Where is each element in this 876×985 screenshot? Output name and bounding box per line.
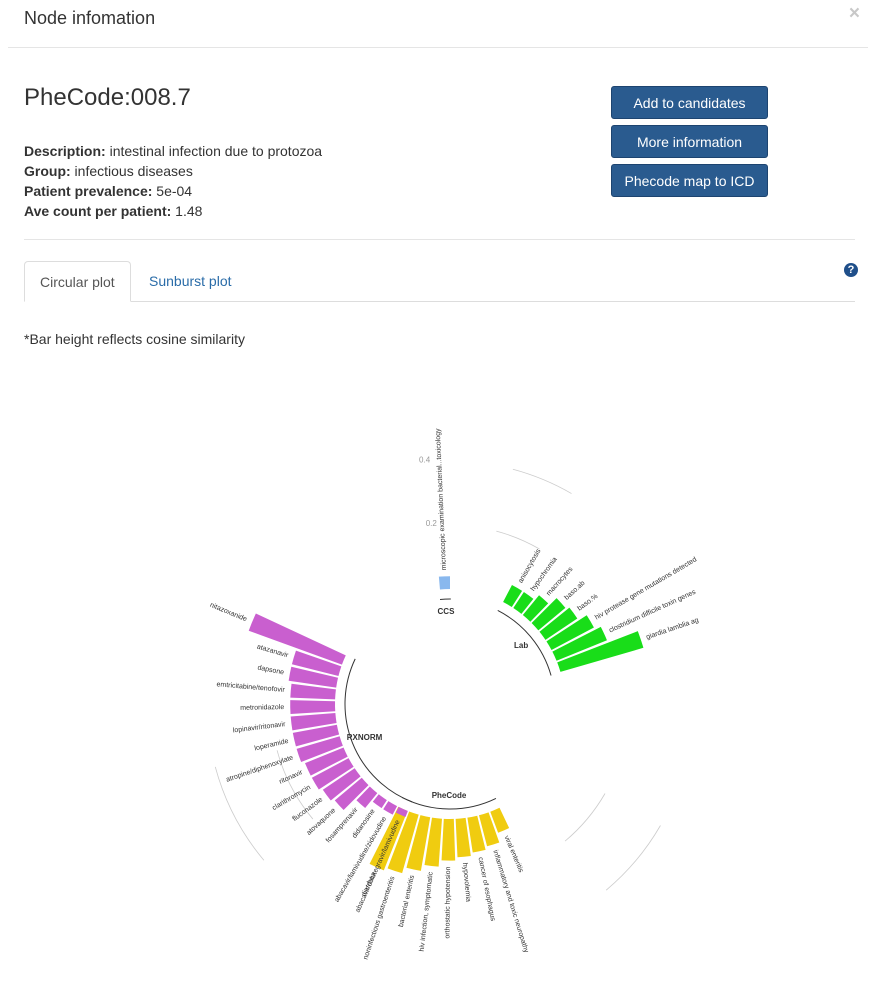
bar-label: dapsone: [257, 665, 285, 677]
bar-label: ritonavir: [278, 769, 304, 786]
description-value: intestinal infection due to protozoa: [109, 143, 323, 159]
bar-label: inflammatory and toxic neuropathy: [491, 849, 529, 954]
bar-label: baso.ab: [563, 580, 586, 602]
bar-label: orthostatic hypotension: [444, 866, 452, 938]
bar-label: lopinavir/ritonavir: [233, 721, 287, 734]
group-label: RXNORM: [347, 733, 383, 742]
bar-label: emtricitabine/tenofovir: [216, 681, 285, 694]
node-title: PheCode:008.7: [24, 84, 191, 111]
bar-label: viral enteritis: [502, 835, 524, 874]
group-label: PheCode: [432, 791, 467, 800]
description-row: Description: intestinal infection due to…: [24, 141, 322, 161]
bar-label: microscopic examination bacterial...toxi…: [435, 428, 448, 571]
circular-bar-chart: 0.2 0.4 microscopic examination bacterial.…: [209, 428, 700, 961]
group-value: infectious diseases: [74, 163, 193, 179]
bar-label: atazanavir: [256, 643, 290, 659]
bar-ccs: [438, 576, 450, 590]
tab-circular-plot[interactable]: Circular plot: [24, 261, 131, 302]
bar-label: cancer of esophagus: [477, 857, 497, 923]
group-label: Group:: [24, 163, 71, 179]
help-icon[interactable]: ?: [844, 263, 858, 277]
bar-label: loperamide: [254, 738, 289, 753]
group-row: Group: infectious diseases: [24, 161, 322, 181]
plot-note: *Bar height reflects cosine similarity: [24, 331, 245, 347]
bar-label: bacterial enteritis: [398, 874, 416, 928]
close-icon[interactable]: ×: [849, 4, 860, 24]
avecount-value: 1.48: [175, 203, 203, 219]
axis-tick-label: 0.2: [426, 519, 438, 528]
gridline-arc: [564, 793, 606, 842]
bar-rxnorm: [383, 801, 398, 815]
avecount-row: Ave count per patient: 1.48: [24, 201, 322, 221]
description-label: Description:: [24, 143, 106, 159]
group-label: CCS: [438, 607, 456, 616]
prevalence-value: 5e-04: [156, 183, 193, 199]
bar-label: hiv infection, symptomatic: [419, 871, 435, 952]
gridline-arc: [496, 530, 540, 550]
bar-label: hypovolemia: [461, 862, 472, 902]
add-to-candidates-button[interactable]: Add to candidates: [611, 86, 768, 119]
axis-tick-label: 0.4: [419, 455, 431, 464]
modal-header: Node infomation ×: [8, 0, 868, 48]
bar-rxnorm: [290, 700, 336, 715]
gridline-arc: [605, 825, 661, 891]
phecode-map-button[interactable]: Phecode map to ICD: [611, 164, 768, 197]
gridline-arc: [512, 468, 572, 494]
bar-phecode: [441, 818, 456, 861]
more-information-button[interactable]: More information: [611, 125, 768, 158]
group-label: Lab: [514, 641, 528, 650]
bar-label: metronidazole: [240, 704, 284, 712]
bar-label: nitazoxanide: [209, 602, 248, 624]
bar-label: baso.%: [576, 593, 599, 612]
bar-rxnorm: [372, 794, 387, 809]
bar-label: giardia lamblia ag: [645, 617, 699, 641]
divider: [24, 239, 855, 240]
modal-title: Node infomation: [24, 8, 156, 28]
gridline-arc: [214, 766, 265, 861]
prevalence-label: Patient prevalence:: [24, 183, 153, 199]
tab-sunburst-plot[interactable]: Sunburst plot: [134, 261, 247, 302]
node-details: Description: intestinal infection due to…: [24, 141, 322, 221]
prevalence-row: Patient prevalence: 5e-04: [24, 181, 322, 201]
avecount-label: Ave count per patient:: [24, 203, 172, 219]
